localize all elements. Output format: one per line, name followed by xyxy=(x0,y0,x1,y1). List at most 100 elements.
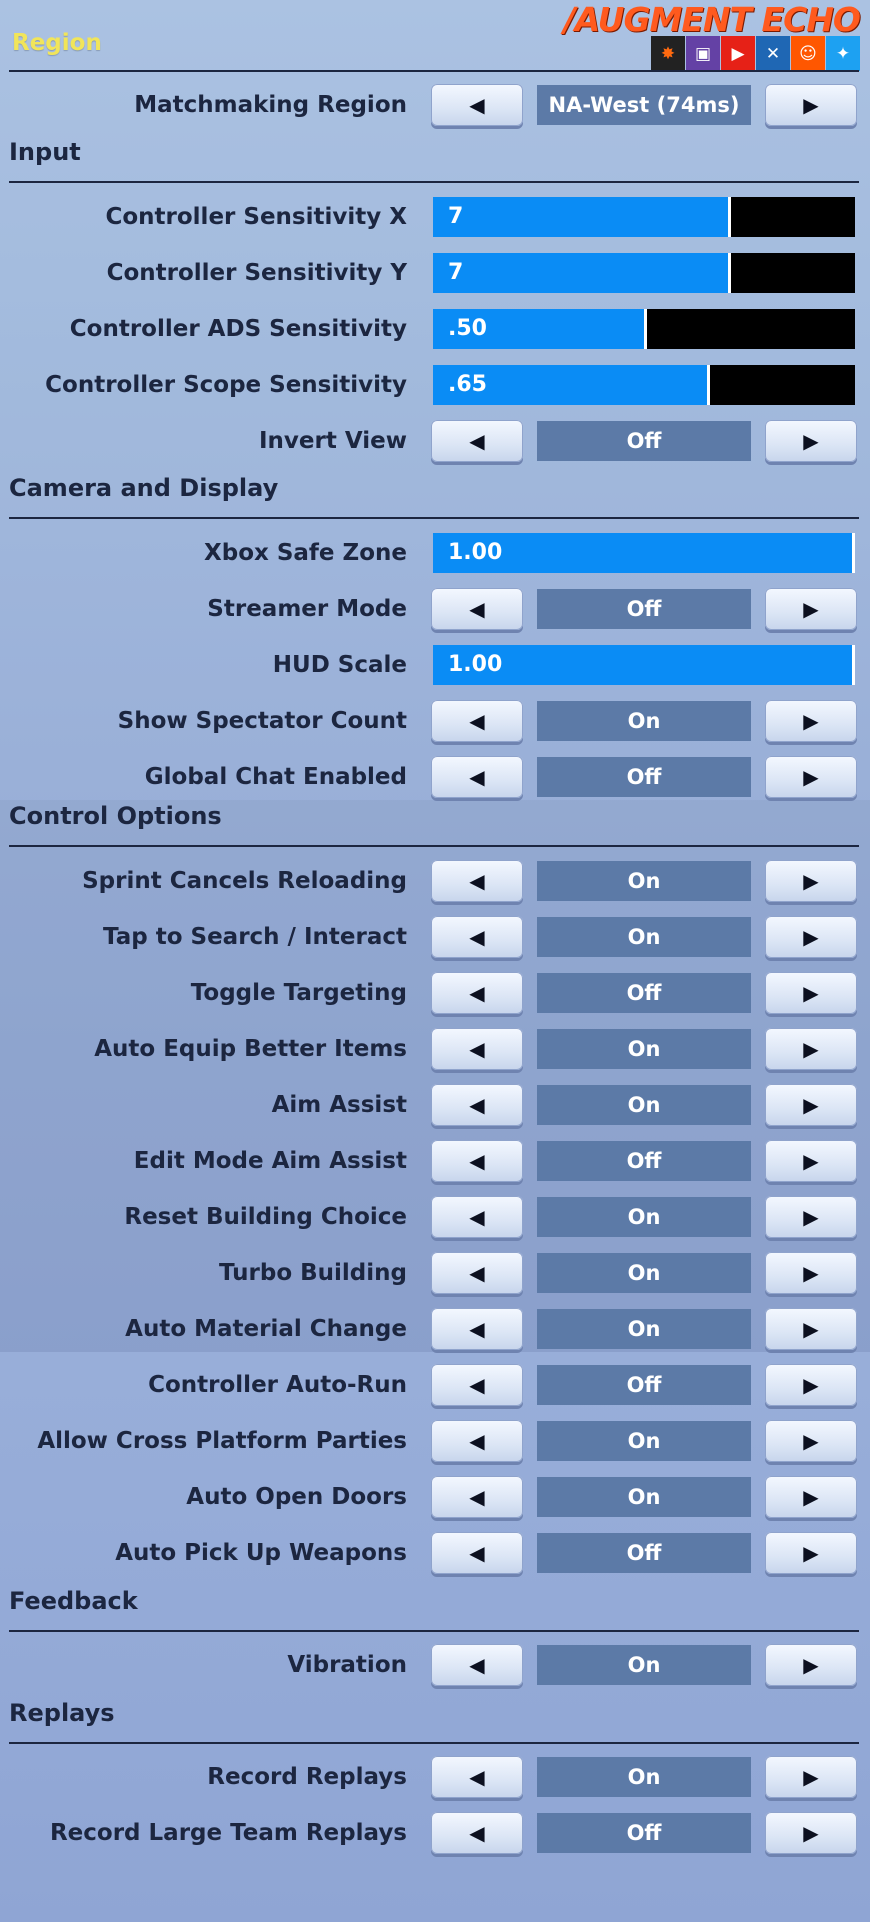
setting-value: On xyxy=(537,1253,751,1293)
prev-option-button[interactable]: ◀ xyxy=(431,1532,523,1574)
setting-value: Off xyxy=(537,589,751,629)
prev-option-button[interactable]: ◀ xyxy=(431,1252,523,1294)
slider-value: 7 xyxy=(448,260,464,285)
prev-option-button[interactable]: ◀ xyxy=(431,700,523,742)
next-option-button[interactable]: ▶ xyxy=(765,756,857,798)
next-option-button[interactable]: ▶ xyxy=(765,1028,857,1070)
setting-label: Tap to Search / Interact xyxy=(103,924,407,950)
setting-value: On xyxy=(537,1085,751,1125)
setting-row-auto-pick-up-weapons: Auto Pick Up Weapons ◀ Off ▶ xyxy=(0,1529,870,1577)
prev-option-button[interactable]: ◀ xyxy=(431,1308,523,1350)
setting-row-auto-material-change: Auto Material Change ◀ On ▶ xyxy=(0,1305,870,1353)
mixer-icon[interactable]: ✕ xyxy=(756,36,790,71)
setting-label: Matchmaking Region xyxy=(134,92,407,118)
setting-row-record-replays: Record Replays ◀ On ▶ xyxy=(0,1753,870,1801)
prev-option-button[interactable]: ◀ xyxy=(431,1644,523,1686)
setting-row-invert-view: Invert View ◀ Off ▶ xyxy=(0,417,870,465)
overwatch-icon[interactable]: ✸ xyxy=(651,36,685,71)
setting-value: Off xyxy=(537,1533,751,1573)
next-option-button[interactable]: ▶ xyxy=(765,420,857,462)
section-divider xyxy=(9,845,859,847)
prev-option-button[interactable]: ◀ xyxy=(431,1028,523,1070)
next-option-button[interactable]: ▶ xyxy=(765,1812,857,1854)
prev-option-button[interactable]: ◀ xyxy=(431,972,523,1014)
sensitivity-slider[interactable]: .65 xyxy=(433,365,855,405)
brand-logo: /AUGMENT ECHO ✸ ▣ ▶ ✕ ☺ ✦ xyxy=(564,2,861,72)
next-option-button[interactable]: ▶ xyxy=(765,1140,857,1182)
youtube-icon[interactable]: ▶ xyxy=(721,36,755,71)
sensitivity-slider[interactable]: 7 xyxy=(433,197,855,237)
setting-row-show-spectator-count: Show Spectator Count ◀ On ▶ xyxy=(0,697,870,745)
setting-label: HUD Scale xyxy=(272,652,407,678)
next-option-button[interactable]: ▶ xyxy=(765,700,857,742)
prev-option-button[interactable]: ◀ xyxy=(431,1140,523,1182)
next-option-button[interactable]: ▶ xyxy=(765,1196,857,1238)
prev-option-button[interactable]: ◀ xyxy=(431,420,523,462)
setting-value: Off xyxy=(537,421,751,461)
next-option-button[interactable]: ▶ xyxy=(765,1756,857,1798)
section-divider xyxy=(9,70,859,72)
prev-option-button[interactable]: ◀ xyxy=(431,1196,523,1238)
next-option-button[interactable]: ▶ xyxy=(765,916,857,958)
next-option-button[interactable]: ▶ xyxy=(765,1420,857,1462)
prev-option-button[interactable]: ◀ xyxy=(431,860,523,902)
setting-label: Controller Sensitivity X xyxy=(105,204,407,230)
section-title-feedback: Feedback xyxy=(9,1587,138,1615)
twitter-icon[interactable]: ✦ xyxy=(826,36,860,71)
next-option-button[interactable]: ▶ xyxy=(765,1252,857,1294)
next-option-button[interactable]: ▶ xyxy=(765,1532,857,1574)
prev-option-button[interactable]: ◀ xyxy=(431,1084,523,1126)
slider-fill xyxy=(433,253,731,293)
prev-option-button[interactable]: ◀ xyxy=(431,1476,523,1518)
prev-option-button[interactable]: ◀ xyxy=(431,1756,523,1798)
next-option-button[interactable]: ▶ xyxy=(765,1084,857,1126)
next-option-button[interactable]: ▶ xyxy=(765,1364,857,1406)
setting-row-matchmaking-region: Matchmaking Region ◀ NA-West (74ms) ▶ xyxy=(0,81,870,129)
reddit-icon[interactable]: ☺ xyxy=(791,36,825,71)
slider-value: .65 xyxy=(448,372,487,397)
setting-row-controller-sensitivity-x: Controller Sensitivity X 7 xyxy=(0,193,870,241)
prev-option-button[interactable]: ◀ xyxy=(431,916,523,958)
next-option-button[interactable]: ▶ xyxy=(765,972,857,1014)
next-option-button[interactable]: ▶ xyxy=(765,1476,857,1518)
next-option-button[interactable]: ▶ xyxy=(765,84,857,126)
twitch-icon[interactable]: ▣ xyxy=(686,36,720,71)
setting-value: On xyxy=(537,1421,751,1461)
prev-option-button[interactable]: ◀ xyxy=(431,588,523,630)
setting-row-controller-scope-sensitivity: Controller Scope Sensitivity .65 xyxy=(0,361,870,409)
sensitivity-slider[interactable]: 7 xyxy=(433,253,855,293)
slider-value: 1.00 xyxy=(448,652,503,677)
sensitivity-slider[interactable]: .50 xyxy=(433,309,855,349)
setting-label: Xbox Safe Zone xyxy=(204,540,407,566)
setting-row-edit-mode-aim-assist: Edit Mode Aim Assist ◀ Off ▶ xyxy=(0,1137,870,1185)
setting-row-allow-cross-platform-parties: Allow Cross Platform Parties ◀ On ▶ xyxy=(0,1417,870,1465)
setting-value: Off xyxy=(537,973,751,1013)
prev-option-button[interactable]: ◀ xyxy=(431,1812,523,1854)
safe-zone-slider[interactable]: 1.00 xyxy=(433,533,855,573)
setting-label: Invert View xyxy=(259,428,407,454)
setting-label: Vibration xyxy=(287,1652,407,1678)
prev-option-button[interactable]: ◀ xyxy=(431,84,523,126)
prev-option-button[interactable]: ◀ xyxy=(431,1420,523,1462)
setting-value: Off xyxy=(537,1141,751,1181)
region-title: Region xyxy=(12,30,102,56)
next-option-button[interactable]: ▶ xyxy=(765,588,857,630)
prev-option-button[interactable]: ◀ xyxy=(431,1364,523,1406)
next-option-button[interactable]: ▶ xyxy=(765,860,857,902)
next-option-button[interactable]: ▶ xyxy=(765,1308,857,1350)
setting-label: Streamer Mode xyxy=(207,596,407,622)
section-title-camera-display: Camera and Display xyxy=(9,474,279,502)
next-option-button[interactable]: ▶ xyxy=(765,1644,857,1686)
section-title-control-options: Control Options xyxy=(9,802,222,830)
setting-label: Controller Sensitivity Y xyxy=(106,260,407,286)
setting-value: Off xyxy=(537,1813,751,1853)
setting-row-hud-scale: HUD Scale 1.00 xyxy=(0,641,870,689)
setting-value: On xyxy=(537,1309,751,1349)
setting-label: Controller Scope Sensitivity xyxy=(45,372,407,398)
setting-label: Allow Cross Platform Parties xyxy=(37,1428,407,1454)
hud-scale-slider[interactable]: 1.00 xyxy=(433,645,855,685)
setting-label: Auto Material Change xyxy=(125,1316,407,1342)
setting-value: On xyxy=(537,1645,751,1685)
prev-option-button[interactable]: ◀ xyxy=(431,756,523,798)
setting-label: Toggle Targeting xyxy=(190,980,407,1006)
